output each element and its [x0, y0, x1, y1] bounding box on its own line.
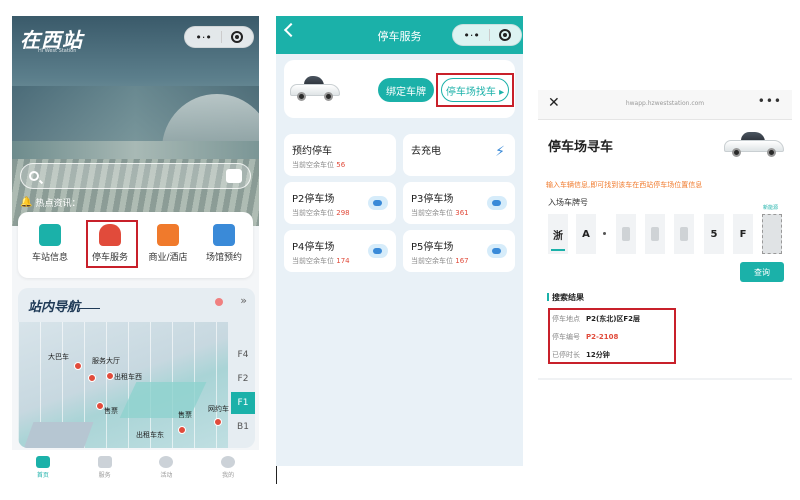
floor-f1[interactable]: F1 — [231, 392, 255, 414]
plate-char-5[interactable] — [674, 214, 694, 254]
highlight-box — [436, 73, 514, 107]
search-hint: 输入车辆信息,即可找到该车在西站停车场位置信息 — [546, 181, 703, 189]
browser-header: ✕ hwapp.hzweststation.com ••• — [538, 90, 792, 120]
lightning-icon: ⚡ — [495, 144, 505, 160]
func-station-info[interactable]: 车站信息 — [24, 220, 76, 272]
cell-parking-p2[interactable]: P2停车场 当前空余车位 298 — [284, 182, 396, 224]
hot-news[interactable]: 🔔 热点资讯： — [20, 196, 80, 209]
spot-count: 298 — [336, 209, 350, 217]
divider — [276, 466, 277, 484]
station-info-icon — [39, 224, 61, 246]
bottom-tab-bar: 首页 服务 活动 我的 — [12, 450, 259, 484]
compass-icon — [215, 298, 223, 306]
home-screen: 在西站 Hi West Station •·• 🔔 热点资讯： 车站信息 停车服… — [12, 16, 259, 484]
find-car-webpage: ✕ hwapp.hzweststation.com ••• 停车场寻车 输入车辆… — [538, 90, 792, 380]
navigate-icon[interactable] — [368, 196, 388, 210]
mini-program-capsule[interactable]: •·• — [452, 24, 522, 46]
map-poi[interactable]: 出租车西 — [114, 372, 142, 382]
cell-reserve-parking[interactable]: 预约停车 当前空余车位 56 — [284, 134, 396, 176]
page-header: 停车服务 •·• — [276, 16, 523, 54]
bell-icon: 🔔 — [20, 197, 33, 208]
plate-card: 绑定车牌 停车场找车 ▸ — [284, 60, 515, 118]
plate-label: 入场车牌号 — [548, 198, 588, 207]
plate-char-new-energy[interactable] — [762, 214, 782, 254]
map-pin-icon[interactable] — [74, 362, 82, 370]
station-navigation: 站内导航 » 大巴车 服务大厅 出租车西 售票 售票 网约车 出租车东 F4 F… — [18, 288, 255, 448]
highlight-box — [548, 308, 676, 364]
cell-parking-p4[interactable]: P4停车场 当前空余车位 174 — [284, 230, 396, 272]
nav-more-icon[interactable]: » — [240, 294, 247, 307]
hot-news-label: 热点资讯： — [35, 199, 81, 209]
car-image — [290, 74, 340, 104]
plate-char-7[interactable]: F — [733, 214, 753, 254]
cell-go-charging[interactable]: 去充电 ⚡ — [403, 134, 515, 176]
spot-count: 174 — [336, 257, 350, 265]
tab-home[interactable]: 首页 — [12, 450, 74, 484]
search-results: 搜索结果 停车地点 P2(东北)区F2层 停车编号 P2-2108 已停时长 12分钟 — [538, 286, 792, 378]
cell-parking-p3[interactable]: P3停车场 当前空余车位 361 — [403, 182, 515, 224]
app-logo-subtitle: Hi West Station — [38, 48, 77, 54]
bind-plate-button[interactable]: 绑定车牌 — [378, 78, 434, 102]
profile-icon — [221, 455, 236, 468]
highlight-box — [86, 220, 138, 268]
mini-program-capsule[interactable]: •·• — [184, 26, 254, 48]
more-menu-icon[interactable]: •·• — [195, 31, 211, 44]
search-icon — [29, 171, 39, 181]
map-pin-icon[interactable] — [88, 374, 96, 382]
map-pin-icon[interactable] — [178, 426, 186, 434]
func-venue-booking[interactable]: 场馆预约 — [198, 220, 250, 272]
map-pin-icon[interactable] — [96, 402, 104, 410]
query-button[interactable]: 查询 — [740, 262, 784, 282]
plate-char-3[interactable] — [616, 214, 636, 254]
close-program-icon[interactable] — [230, 31, 243, 43]
car-image — [724, 130, 784, 162]
spot-count: 56 — [336, 161, 346, 169]
tab-service[interactable]: 服务 — [74, 450, 136, 484]
plate-char-4[interactable] — [645, 214, 665, 254]
activity-icon — [159, 455, 174, 468]
station-map[interactable]: 大巴车 服务大厅 出租车西 售票 售票 网约车 出租车东 — [18, 322, 229, 448]
nav-title: 站内导航 — [28, 300, 81, 315]
map-poi[interactable]: 出租车东 — [136, 430, 164, 440]
navigate-icon[interactable] — [487, 244, 507, 258]
navigate-icon[interactable] — [368, 244, 388, 258]
venue-booking-icon — [213, 224, 235, 246]
map-poi[interactable]: 服务大厅 — [92, 356, 120, 366]
map-poi[interactable]: 大巴车 — [48, 352, 69, 362]
parking-service-screen: 停车服务 •·• 绑定车牌 停车场找车 ▸ 预约停车 当前空余车位 56 去充电… — [276, 16, 523, 466]
map-poi[interactable]: 售票 — [104, 406, 118, 416]
floor-b1[interactable]: B1 — [231, 416, 255, 438]
plate-char-2[interactable]: A — [576, 214, 596, 254]
map-poi[interactable]: 网约车 — [208, 404, 229, 414]
result-title: 搜索结果 — [547, 293, 584, 302]
service-icon — [97, 455, 112, 468]
cell-parking-p5[interactable]: P5停车场 当前空余车位 167 — [403, 230, 515, 272]
scan-icon[interactable] — [226, 169, 242, 183]
more-menu-icon[interactable]: •·• — [463, 29, 479, 42]
new-energy-label: 新能源 — [763, 205, 779, 211]
func-shop-hotel[interactable]: 商业/酒店 — [142, 220, 194, 272]
function-grid: 车站信息 停车服务 商业/酒店 场馆预约 — [18, 212, 253, 278]
floor-f4[interactable]: F4 — [231, 344, 255, 366]
map-pin-icon[interactable] — [214, 418, 222, 426]
parking-grid: 预约停车 当前空余车位 56 去充电 ⚡ P2停车场 当前空余车位 298 P3… — [284, 120, 515, 280]
map-poi[interactable]: 售票 — [178, 410, 192, 420]
map-pin-icon[interactable] — [106, 372, 114, 380]
spot-count: 167 — [455, 257, 469, 265]
page-url: hwapp.hzweststation.com — [625, 100, 705, 107]
more-options-icon[interactable]: ••• — [758, 94, 782, 108]
empty-area — [276, 288, 523, 466]
close-program-icon[interactable] — [498, 29, 511, 41]
plate-char-1[interactable]: 浙 — [548, 214, 568, 254]
plate-char-6[interactable]: 5 — [704, 214, 724, 254]
shop-hotel-icon — [157, 224, 179, 246]
page-title: 停车场寻车 — [548, 140, 614, 155]
tab-profile[interactable]: 我的 — [197, 450, 259, 484]
home-icon — [35, 455, 50, 468]
search-bar[interactable] — [20, 163, 251, 189]
spot-count: 361 — [455, 209, 469, 217]
navigate-icon[interactable] — [487, 196, 507, 210]
floor-f2[interactable]: F2 — [231, 368, 255, 390]
tab-activity[interactable]: 活动 — [136, 450, 198, 484]
